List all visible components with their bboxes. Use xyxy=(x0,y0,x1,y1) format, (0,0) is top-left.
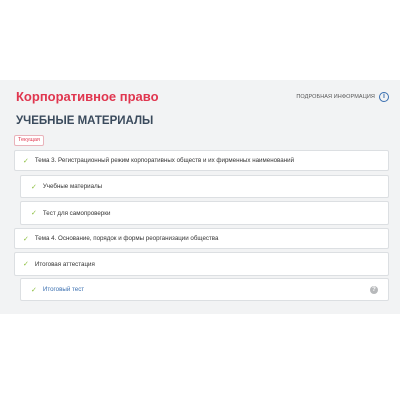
section-title: УЧЕБНЫЕ МАТЕРИАЛЫ xyxy=(16,115,154,127)
check-icon: ✓ xyxy=(31,183,37,191)
course-title: Корпоративное право xyxy=(16,89,159,104)
check-icon: ✓ xyxy=(23,157,29,165)
final-certification-label: Итоговая аттестация xyxy=(34,260,95,268)
final-test-label: Итоговый тест xyxy=(42,286,85,293)
check-icon: ✓ xyxy=(23,261,29,268)
self-test-row[interactable]: ✓ Тест для самопроверки xyxy=(20,201,389,225)
more-info-link[interactable]: ПОДРОБНАЯ ИНФОРМАЦИЯ i xyxy=(296,92,389,102)
final-certification-row[interactable]: ✓ Итоговая аттестация xyxy=(14,252,389,276)
topic-4-label: Тема 4. Основание, порядок и формы реорг… xyxy=(34,235,219,242)
current-badge: Текущая xyxy=(14,135,44,146)
final-test-row[interactable]: ✓ Итоговый тест ? xyxy=(20,278,389,301)
check-icon: ✓ xyxy=(31,210,37,217)
self-test-label: Тест для самопроверки xyxy=(42,209,111,217)
topic-4-row[interactable]: ✓ Тема 4. Основание, порядок и формы рео… xyxy=(14,228,389,249)
topic-3-row[interactable]: ✓ Тема 3. Регистрационный режим корпорат… xyxy=(14,150,389,171)
topic-3-label: Тема 3. Регистрационный режим корпоратив… xyxy=(34,157,295,164)
help-icon[interactable]: ? xyxy=(370,285,378,294)
study-materials-row[interactable]: ✓ Учебные материалы xyxy=(20,175,389,198)
info-icon[interactable]: i xyxy=(379,92,389,102)
check-icon: ✓ xyxy=(23,235,29,243)
study-materials-label: Учебные материалы xyxy=(42,183,103,190)
more-info-label: ПОДРОБНАЯ ИНФОРМАЦИЯ xyxy=(296,94,375,100)
check-icon: ✓ xyxy=(31,286,37,294)
